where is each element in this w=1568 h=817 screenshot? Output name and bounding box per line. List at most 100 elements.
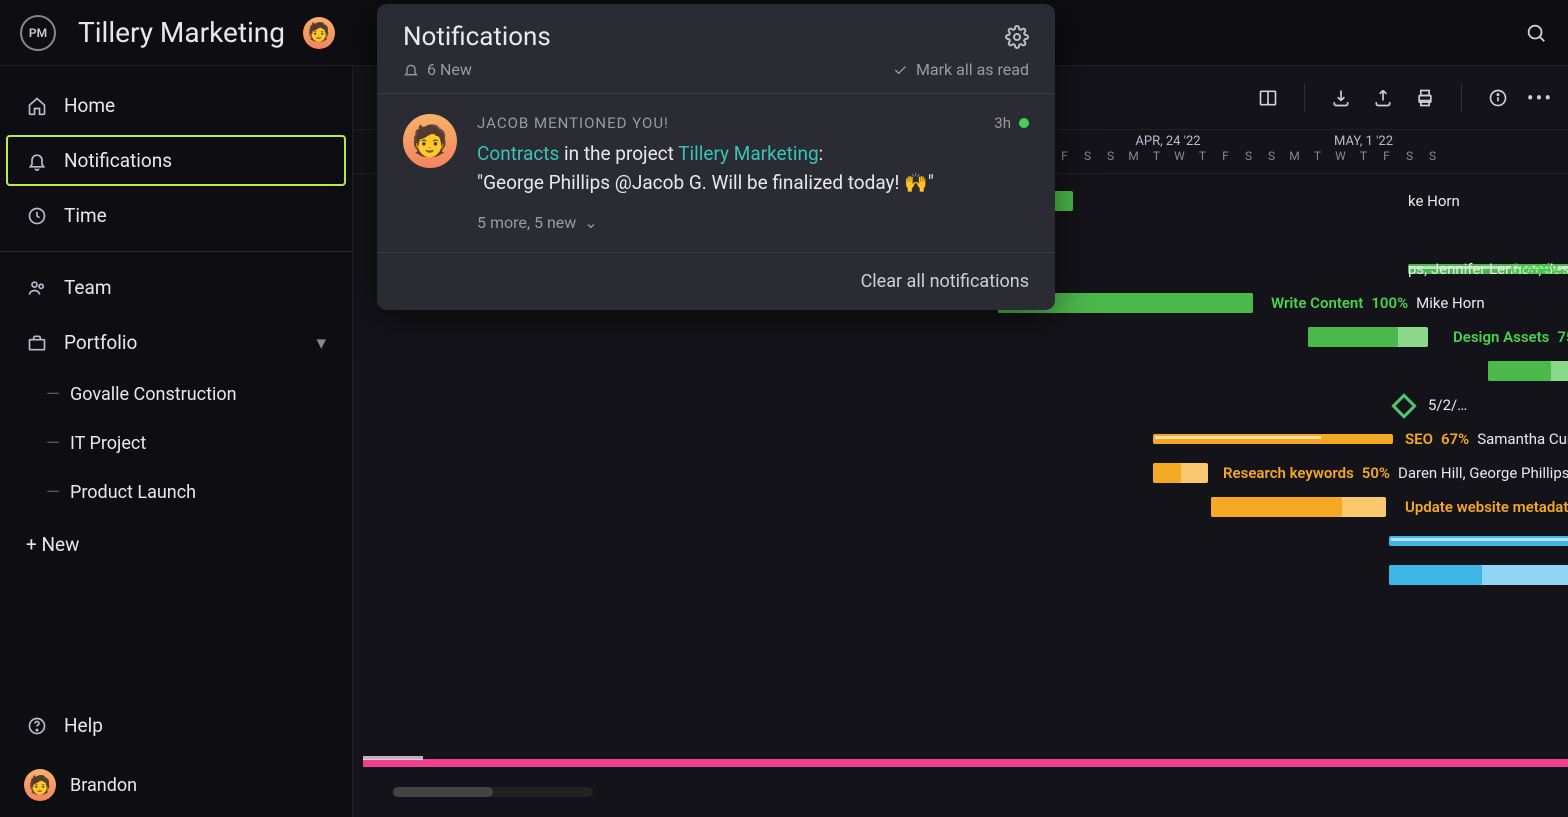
nav-notifications[interactable]: Notifications (6, 135, 346, 186)
gantt-row: Build Landing Pages50% (353, 354, 1568, 388)
task-label: Design Assets75%George Phillips (1453, 328, 1568, 346)
more-icon[interactable]: ••• (1528, 86, 1552, 110)
download-icon[interactable] (1329, 86, 1353, 110)
nav-label: Time (64, 204, 107, 227)
task-label: SEO67%Samantha Cummings (1405, 430, 1568, 448)
layout-icon[interactable] (1256, 86, 1280, 110)
portfolio-child[interactable]: Govalle Construction (0, 370, 352, 419)
notifications-panel: Notifications 6 New Mark all as read 🧑 J… (377, 4, 1055, 310)
notification-avatar: 🧑 (403, 114, 457, 168)
unread-dot-icon (1019, 118, 1029, 128)
app-logo[interactable]: PM (20, 15, 56, 51)
chevron-down-icon: ▾ (316, 331, 326, 354)
gantt-row: Update website metadata75%Brandon Gray, … (353, 490, 1568, 524)
day-cell: F (1375, 149, 1398, 163)
summary-bar[interactable] (1153, 434, 1393, 444)
nav-divider (0, 251, 352, 252)
gantt-row: Define strategy50%Jess Wimb… (353, 558, 1568, 592)
notifications-title: Notifications (403, 22, 551, 52)
month-label: APR, 24 '22 (1053, 130, 1283, 149)
day-cell: T (1145, 149, 1168, 163)
nav-help[interactable]: Help (0, 698, 352, 753)
notification-link-project[interactable]: Tillery Marketing (678, 142, 818, 165)
toolbar-separator (1461, 84, 1462, 112)
clock-icon (26, 205, 48, 227)
info-icon[interactable] (1486, 86, 1510, 110)
notification-expand[interactable]: 5 more, 5 new ⌄ (477, 213, 1029, 232)
day-cell: F (1053, 149, 1076, 163)
nav-label: Team (64, 276, 112, 299)
nav-label: Home (64, 94, 115, 117)
task-label: ke Horn (1408, 192, 1460, 210)
gantt-row: Research keywords50%Daren Hill, George P… (353, 456, 1568, 490)
gantt-row: Adwords (353, 524, 1568, 558)
day-cell: S (1421, 149, 1444, 163)
sidebar-user[interactable]: 🧑 Brandon (0, 753, 352, 817)
team-icon (26, 277, 48, 299)
nav-label: Help (64, 714, 103, 737)
help-icon (26, 715, 48, 737)
briefcase-icon (26, 332, 48, 354)
portfolio-child[interactable]: IT Project (0, 419, 352, 468)
day-cell: S (1076, 149, 1099, 163)
task-label: Write Content100%Mike Horn (1271, 294, 1485, 312)
task-bar[interactable] (1153, 463, 1208, 483)
month-label: MAY, 1 '22 (1283, 130, 1444, 149)
nav-portfolio[interactable]: Portfolio ▾ (0, 315, 352, 370)
day-cell: T (1352, 149, 1375, 163)
horizontal-scrollbar[interactable] (393, 787, 593, 797)
bell-small-icon (403, 62, 419, 78)
notification-link-task[interactable]: Contracts (477, 142, 559, 165)
day-cell: S (1237, 149, 1260, 163)
print-icon[interactable] (1413, 86, 1437, 110)
notification-body: Contracts in the project Tillery Marketi… (477, 140, 1029, 197)
nav-team[interactable]: Team (0, 260, 352, 315)
mark-all-read[interactable]: Mark all as read (892, 60, 1029, 79)
nav-new[interactable]: + New (0, 517, 352, 572)
gantt-row: SEO67%Samantha Cummings (353, 422, 1568, 456)
task-label: Update website metadata75%Brandon Gray, … (1405, 498, 1568, 516)
new-count: 6 New (427, 60, 472, 79)
nav-label: Notifications (64, 149, 172, 172)
portfolio-child[interactable]: Product Launch (0, 468, 352, 517)
summary-bar (363, 759, 1568, 767)
nav-time[interactable]: Time (0, 188, 352, 243)
user-avatar-icon: 🧑 (24, 769, 56, 801)
notification-time: 3h (994, 114, 1029, 132)
day-cell: T (1191, 149, 1214, 163)
workspace-title: Tillery Marketing (78, 16, 285, 49)
gantt-row (353, 388, 1568, 422)
task-bar[interactable] (1488, 361, 1568, 381)
gantt-row: Design Assets75%George Phillips (353, 320, 1568, 354)
day-cell: F (1214, 149, 1237, 163)
task-label-edge: Creativ… (1511, 260, 1568, 278)
task-bar[interactable] (1389, 565, 1568, 585)
nav-label: + New (26, 533, 79, 556)
upload-icon[interactable] (1371, 86, 1395, 110)
nav-label: Portfolio (64, 331, 137, 354)
day-cell: T (1306, 149, 1329, 163)
day-cell: S (1099, 149, 1122, 163)
task-bar[interactable] (1308, 327, 1428, 347)
search-icon[interactable] (1524, 21, 1548, 45)
day-cell: S (1398, 149, 1421, 163)
summary-bar[interactable] (1389, 536, 1568, 546)
scrollbar-thumb[interactable] (393, 787, 493, 797)
user-name: Brandon (70, 775, 137, 796)
toolbar-separator (1304, 84, 1305, 112)
header-avatar[interactable]: 🧑 (303, 17, 335, 49)
notification-from: JACOB MENTIONED YOU! (477, 114, 669, 132)
home-icon (26, 95, 48, 117)
day-cell: M (1122, 149, 1145, 163)
day-cell: W (1329, 149, 1352, 163)
task-bar[interactable] (1211, 497, 1386, 517)
gear-icon[interactable] (1005, 25, 1029, 49)
day-cell: M (1283, 149, 1306, 163)
nav-home[interactable]: Home (0, 78, 352, 133)
day-cell: W (1168, 149, 1191, 163)
gantt-row: Build ads (353, 592, 1568, 626)
bell-icon (26, 150, 48, 172)
notification-item[interactable]: 🧑 JACOB MENTIONED YOU! 3h Contracts in t… (377, 94, 1055, 252)
milestone-label: 5/2/… (1428, 396, 1467, 414)
clear-all-button[interactable]: Clear all notifications (377, 253, 1055, 310)
